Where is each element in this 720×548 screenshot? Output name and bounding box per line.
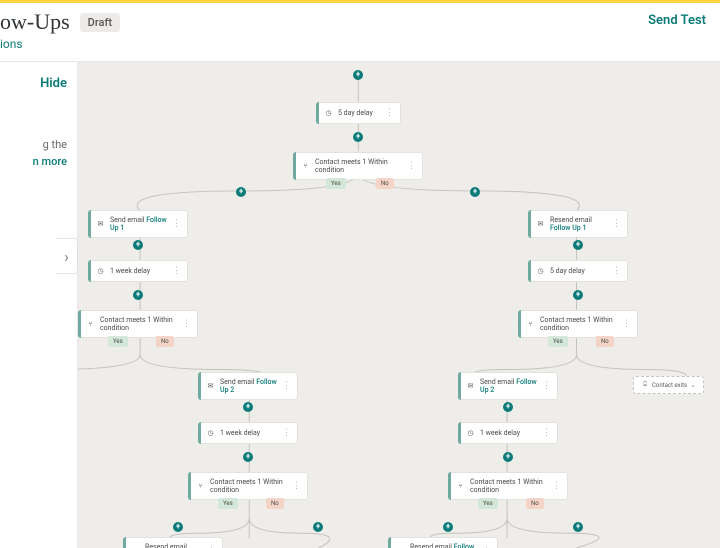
add-step-button[interactable]: + (133, 290, 143, 300)
email-node[interactable]: ✉Resend email Follow Up 3 7 min⋮ (388, 537, 498, 548)
envelope-icon: ✉ (466, 382, 475, 391)
no-label: No (156, 336, 174, 347)
add-step-button[interactable]: + (503, 452, 513, 462)
delay-node[interactable]: ◷5 day delay⋮ (528, 260, 628, 282)
workflow-canvas[interactable]: + ◷5 day delay⋮ + ⑂Contact meets 1 Withi… (78, 62, 720, 548)
add-step-button[interactable]: + (313, 522, 323, 532)
no-label: No (266, 498, 284, 509)
clock-icon: ◷ (536, 267, 545, 276)
node-menu-button[interactable]: ⋮ (552, 481, 560, 491)
node-menu-button[interactable]: ⋮ (612, 219, 620, 229)
node-menu-button[interactable]: ⋮ (542, 381, 550, 391)
split-icon: ⑂ (196, 482, 205, 491)
add-step-button[interactable]: + (573, 522, 583, 532)
yes-label: Yes (218, 498, 238, 509)
node-menu-button[interactable]: ⋮ (622, 319, 630, 329)
subtitle-link[interactable]: ions (0, 37, 120, 51)
add-step-button[interactable]: + (236, 187, 246, 197)
yes-label: Yes (108, 336, 128, 347)
learn-more-link[interactable]: n more (33, 155, 67, 168)
email-node[interactable]: ✉Send email Follow Up 1⋮ (88, 210, 188, 238)
envelope-icon: ✉ (536, 220, 545, 229)
exit-icon: ⍈ (641, 381, 649, 389)
send-test-button[interactable]: Send Test (648, 9, 706, 28)
clock-icon: ◷ (466, 429, 475, 438)
node-menu-button[interactable]: ⋮ (282, 428, 290, 438)
split-icon: ⑂ (301, 162, 310, 171)
delay-node[interactable]: ◷1 week delay⋮ (88, 260, 188, 282)
email-node[interactable]: ✉Send email Follow Up 2⋮ (458, 372, 558, 400)
yes-label: Yes (548, 336, 568, 347)
chevron-down-icon: ⌄ (690, 381, 696, 389)
add-step-button[interactable]: + (573, 240, 583, 250)
node-menu-button[interactable]: ⋮ (542, 428, 550, 438)
envelope-icon: ✉ (96, 220, 105, 229)
yes-label: Yes (478, 498, 498, 509)
clock-icon: ◷ (324, 109, 333, 118)
status-badge: Draft (80, 13, 120, 32)
no-label: No (526, 498, 544, 509)
node-menu-button[interactable]: ⋮ (385, 108, 393, 118)
connector-lines (78, 62, 720, 548)
email-node[interactable]: ✉Resend email Follow Up 1⋮ (528, 210, 628, 238)
add-step-button[interactable]: + (353, 132, 363, 142)
condition-node[interactable]: ⑂Contact meets 1 Within condition⋮ (518, 310, 638, 338)
clock-icon: ◷ (96, 267, 105, 276)
add-step-button[interactable]: + (443, 522, 453, 532)
page-title: ow-Ups (0, 9, 70, 35)
condition-node[interactable]: ⑂Contact meets 1 Within condition⋮ (78, 310, 198, 338)
header: ow-Ups Draft ions Send Test (0, 3, 720, 62)
split-icon: ⑂ (456, 482, 465, 491)
node-menu-button[interactable]: ⋮ (182, 319, 190, 329)
node-menu-button[interactable]: ⋮ (172, 266, 180, 276)
email-node[interactable]: ✉Resend email Follow Up 2⋮ (123, 537, 223, 548)
add-step-button[interactable]: + (503, 402, 513, 412)
add-step-button[interactable]: + (243, 452, 253, 462)
delay-node[interactable]: ◷1 week delay⋮ (198, 422, 298, 444)
no-label: No (376, 178, 394, 189)
split-icon: ⑂ (526, 320, 535, 329)
add-step-button[interactable]: + (353, 70, 363, 80)
sidebar: Hide g the n more › (0, 62, 78, 548)
node-menu-button[interactable]: ⋮ (282, 381, 290, 391)
sidebar-copy: g the n more (10, 137, 67, 170)
add-step-button[interactable]: + (470, 187, 480, 197)
condition-node[interactable]: ⑂Contact meets 1 Within condition⋮ (448, 472, 568, 500)
add-step-button[interactable]: + (243, 402, 253, 412)
yes-label: Yes (326, 178, 346, 189)
email-node[interactable]: ✉Send email Follow Up 2⋮ (198, 372, 298, 400)
no-label: No (596, 336, 614, 347)
add-step-button[interactable]: + (573, 290, 583, 300)
node-menu-button[interactable]: ⋮ (612, 266, 620, 276)
node-menu-button[interactable]: ⋮ (292, 481, 300, 491)
delay-node[interactable]: ◷5 day delay⋮ (316, 102, 401, 124)
delay-node[interactable]: ◷1 week delay⋮ (458, 422, 558, 444)
sidebar-collapse-button[interactable]: › (56, 238, 78, 274)
node-menu-button[interactable]: ⋮ (407, 161, 415, 171)
add-step-button[interactable]: + (173, 522, 183, 532)
split-icon: ⑂ (86, 320, 95, 329)
clock-icon: ◷ (206, 429, 215, 438)
node-menu-button[interactable]: ⋮ (172, 219, 180, 229)
condition-node[interactable]: ⑂Contact meets 1 Within condition⋮ (293, 152, 423, 180)
condition-node[interactable]: ⑂Contact meets 1 Within condition⋮ (188, 472, 308, 500)
hide-button[interactable]: Hide (10, 76, 67, 91)
envelope-icon: ✉ (206, 382, 215, 391)
exit-node[interactable]: ⍈Contact exits⌄ (633, 376, 704, 394)
add-step-button[interactable]: + (133, 240, 143, 250)
